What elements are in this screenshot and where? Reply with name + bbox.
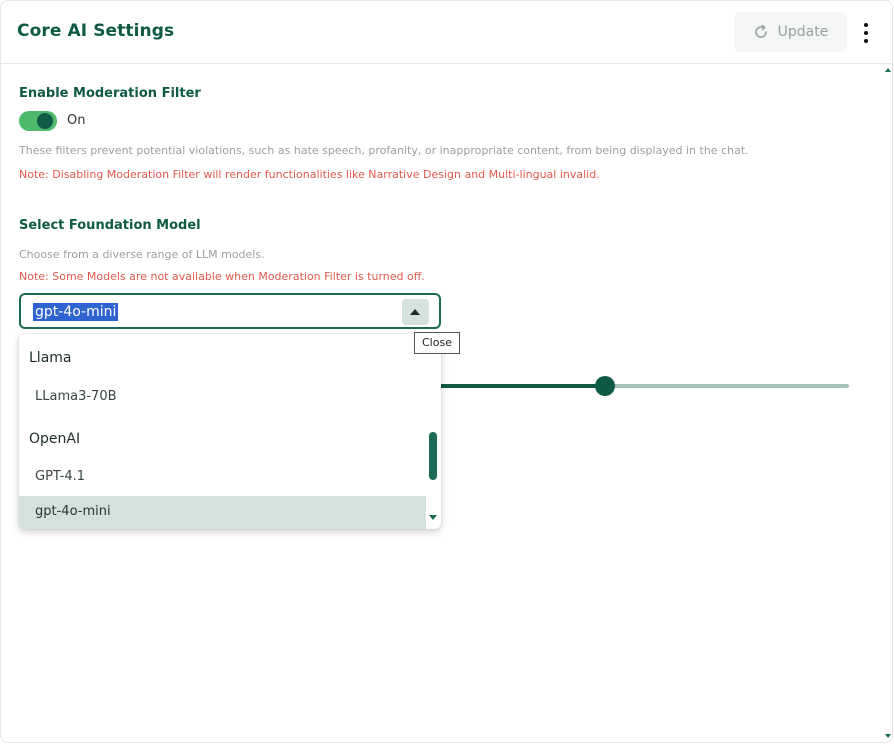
moderation-toggle[interactable] <box>19 111 57 131</box>
chevron-up-icon[interactable] <box>402 299 429 325</box>
settings-panel: Core AI Settings Update Enable Moderatio… <box>0 0 893 743</box>
foundation-model-select[interactable]: gpt-4o-mini <box>19 293 441 329</box>
moderation-note: Note: Disabling Moderation Filter will r… <box>19 168 600 181</box>
option-label: LLama3-70B <box>35 389 117 404</box>
page-title: Core AI Settings <box>17 21 175 41</box>
dropdown-scroll-down-arrow[interactable] <box>429 515 437 520</box>
option-label: GPT-4.1 <box>35 469 86 484</box>
toggle-knob <box>37 113 53 129</box>
select-input-value[interactable]: gpt-4o-mini <box>33 303 119 321</box>
foundation-model-description: Choose from a diverse range of LLM model… <box>19 248 265 261</box>
option-gpt-4o-mini[interactable]: gpt-4o-mini <box>19 496 426 529</box>
scroll-up-arrow[interactable] <box>885 68 891 72</box>
option-gpt-4-1[interactable]: GPT-4.1 <box>19 461 426 494</box>
header: Core AI Settings Update <box>1 1 892 64</box>
moderation-title: Enable Moderation Filter <box>19 86 201 101</box>
update-button-label: Update <box>777 24 829 40</box>
option-llama3-70b[interactable]: LLama3-70B <box>19 381 426 414</box>
foundation-model-note: Note: Some Models are not available when… <box>19 270 425 283</box>
group-label-llama: Llama <box>29 350 72 366</box>
close-tooltip: Close <box>414 332 460 354</box>
option-label: gpt-4o-mini <box>35 504 111 519</box>
scroll-down-arrow[interactable] <box>885 734 891 738</box>
group-label-openai: OpenAI <box>29 431 81 447</box>
model-dropdown-list: Llama LLama3-70B OpenAI GPT-4.1 gpt-4o-m… <box>19 334 441 529</box>
moderation-description: These filters prevent potential violatio… <box>19 144 749 157</box>
dropdown-scrollbar-thumb[interactable] <box>429 432 437 480</box>
refresh-icon <box>754 24 767 38</box>
update-button[interactable]: Update <box>734 12 847 52</box>
slider-thumb[interactable] <box>595 376 615 396</box>
moderation-toggle-label: On <box>67 113 86 128</box>
slider-fill <box>431 384 605 388</box>
foundation-model-title: Select Foundation Model <box>19 218 201 233</box>
more-vertical-icon[interactable] <box>858 23 874 43</box>
